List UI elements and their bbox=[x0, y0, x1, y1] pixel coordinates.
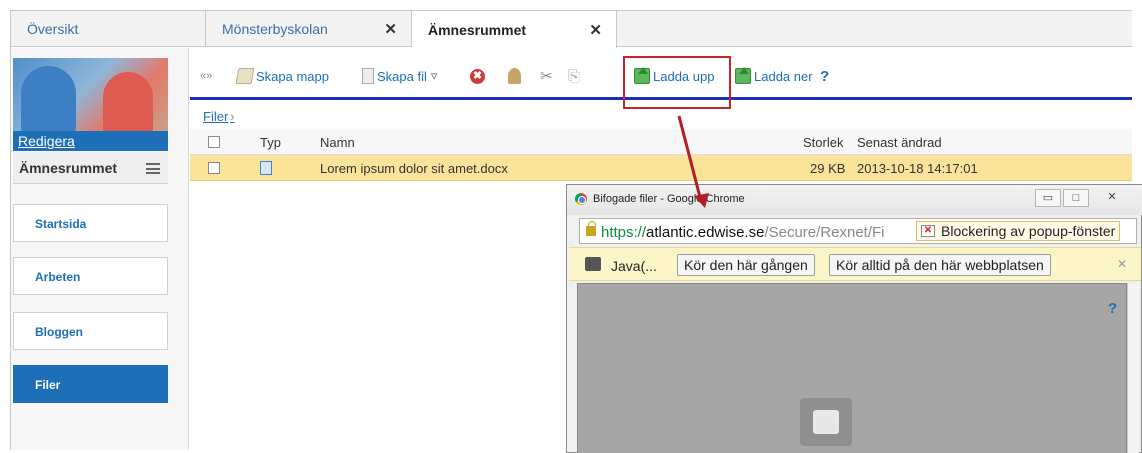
url-text[interactable]: https://atlantic.edwise.se/Secure/Rexnet… bbox=[601, 224, 885, 241]
column-header-modified[interactable]: Senast ändrad bbox=[857, 135, 942, 150]
share-button[interactable] bbox=[508, 66, 524, 86]
popup-title: Bifogade filer - Google Chrome bbox=[593, 193, 745, 205]
scrollbar[interactable] bbox=[1127, 283, 1139, 453]
sidebar-item-filer[interactable]: Filer bbox=[13, 365, 168, 403]
chevron-down-icon: ▿ bbox=[430, 68, 438, 83]
new-file-label: Skapa fil bbox=[377, 68, 427, 84]
sidebar-item-arbeten[interactable]: Arbeten bbox=[13, 257, 168, 295]
new-folder-label: Skapa mapp bbox=[256, 68, 329, 84]
annotation-highlight-box bbox=[623, 56, 731, 109]
delete-icon: ✖ bbox=[470, 68, 485, 84]
avatar-figure-red bbox=[103, 72, 153, 131]
new-file-button[interactable]: Skapa fil ▿ bbox=[362, 66, 437, 86]
close-window-button[interactable]: ✕ bbox=[1099, 189, 1125, 207]
column-header-size[interactable]: Storlek bbox=[803, 135, 843, 150]
room-name-label: Ämnesrummet bbox=[19, 160, 118, 176]
maximize-button[interactable]: □ bbox=[1063, 189, 1089, 207]
blocked-popup-icon: ✕ bbox=[921, 225, 935, 237]
tab-label: Mönsterbyskolan bbox=[222, 21, 328, 37]
file-name[interactable]: Lorem ipsum dolor sit amet.docx bbox=[320, 161, 508, 176]
breadcrumb[interactable]: Filer › bbox=[203, 109, 235, 124]
breadcrumb-root[interactable]: Filer bbox=[203, 109, 228, 124]
file-icon bbox=[362, 68, 374, 84]
sidebar-item-startsida[interactable]: Startsida bbox=[13, 204, 168, 242]
always-run-button[interactable]: Kör alltid på den här webbplatsen bbox=[829, 254, 1051, 276]
tab-label: Översikt bbox=[27, 21, 79, 37]
hamburger-menu-icon[interactable] bbox=[146, 163, 160, 174]
puzzle-piece-icon bbox=[585, 257, 601, 271]
room-name: Ämnesrummet bbox=[13, 152, 168, 184]
room-avatar bbox=[13, 58, 168, 131]
url-scheme: https:// bbox=[601, 224, 647, 241]
breadcrumb-separator: › bbox=[230, 109, 235, 124]
help-icon[interactable]: ? bbox=[1108, 300, 1117, 317]
avatar-figure-blue bbox=[21, 66, 76, 131]
popup-blocked-indicator[interactable]: ✕ Blockering av popup-fönster bbox=[916, 221, 1121, 241]
tab-label: Ämnesrummet bbox=[428, 21, 527, 38]
popup-blocked-label: Blockering av popup-fönster bbox=[941, 223, 1116, 239]
sidebar: Redigera Ämnesrummet Startsida Arbeten B… bbox=[11, 48, 189, 450]
plugin-placeholder-icon bbox=[800, 398, 852, 446]
download-button[interactable]: Ladda ner bbox=[735, 66, 813, 86]
file-size: 29 KB bbox=[810, 161, 846, 176]
close-icon[interactable]: ✕ bbox=[384, 20, 397, 38]
address-bar[interactable]: https://atlantic.edwise.se/Secure/Rexnet… bbox=[579, 218, 1137, 244]
column-header-name[interactable]: Namn bbox=[320, 135, 355, 150]
copy-icon: ⎘ bbox=[568, 67, 581, 85]
infobar-close-icon[interactable]: ✕ bbox=[1117, 257, 1127, 271]
minimize-button[interactable]: ▭ bbox=[1035, 189, 1061, 207]
download-icon bbox=[735, 67, 751, 84]
help-button[interactable]: ? bbox=[820, 66, 829, 86]
folder-icon bbox=[235, 68, 255, 84]
url-path: /Secure/Rexnet/Fi bbox=[764, 224, 885, 241]
select-all-checkbox[interactable] bbox=[208, 136, 220, 148]
document-icon bbox=[260, 161, 272, 175]
copy-button[interactable]: ⎘ bbox=[568, 66, 580, 86]
scissors-icon: ✂ bbox=[540, 68, 553, 85]
download-label: Ladda ner bbox=[754, 68, 813, 84]
help-icon: ? bbox=[820, 67, 830, 85]
lock-icon bbox=[586, 221, 596, 236]
row-checkbox[interactable] bbox=[208, 162, 220, 174]
popup-titlebar[interactable]: Bifogade filer - Google Chrome ▭ □ ✕ bbox=[567, 185, 1142, 215]
tab-bar: Översikt Mönsterbyskolan ✕ Ämnesrummet ✕ bbox=[11, 11, 1132, 48]
tab-monsterbyskolan[interactable]: Mönsterbyskolan ✕ bbox=[206, 11, 412, 47]
tab-amnesrummet[interactable]: Ämnesrummet ✕ bbox=[412, 11, 617, 48]
table-row[interactable]: Lorem ipsum dolor sit amet.docx 29 KB 20… bbox=[190, 155, 1132, 181]
user-icon bbox=[508, 68, 521, 84]
delete-button[interactable]: ✖ bbox=[470, 66, 485, 86]
close-icon[interactable]: ✕ bbox=[589, 21, 602, 39]
sidebar-item-bloggen[interactable]: Bloggen bbox=[13, 312, 168, 350]
edit-link[interactable]: Redigera bbox=[13, 131, 168, 151]
url-host: atlantic.edwise.se bbox=[646, 224, 765, 241]
popup-window: Bifogade filer - Google Chrome ▭ □ ✕ htt… bbox=[566, 184, 1142, 453]
plugin-infobar: Java(... Kör den här gången Kör alltid p… bbox=[569, 247, 1141, 281]
column-header-type[interactable]: Typ bbox=[260, 135, 281, 150]
plugin-label: Java(... bbox=[611, 258, 657, 274]
chrome-icon bbox=[575, 193, 587, 205]
new-folder-button[interactable]: Skapa mapp bbox=[235, 66, 329, 86]
collapse-button[interactable]: «» bbox=[200, 66, 212, 86]
plugin-content-area[interactable] bbox=[577, 283, 1127, 453]
tab-oversikt[interactable]: Översikt bbox=[11, 11, 206, 47]
run-once-button[interactable]: Kör den här gången bbox=[677, 254, 815, 276]
file-list-header: Typ Namn Storlek Senast ändrad bbox=[190, 129, 1132, 155]
file-modified: 2013-10-18 14:17:01 bbox=[857, 161, 978, 176]
cut-button[interactable]: ✂ bbox=[540, 66, 553, 86]
